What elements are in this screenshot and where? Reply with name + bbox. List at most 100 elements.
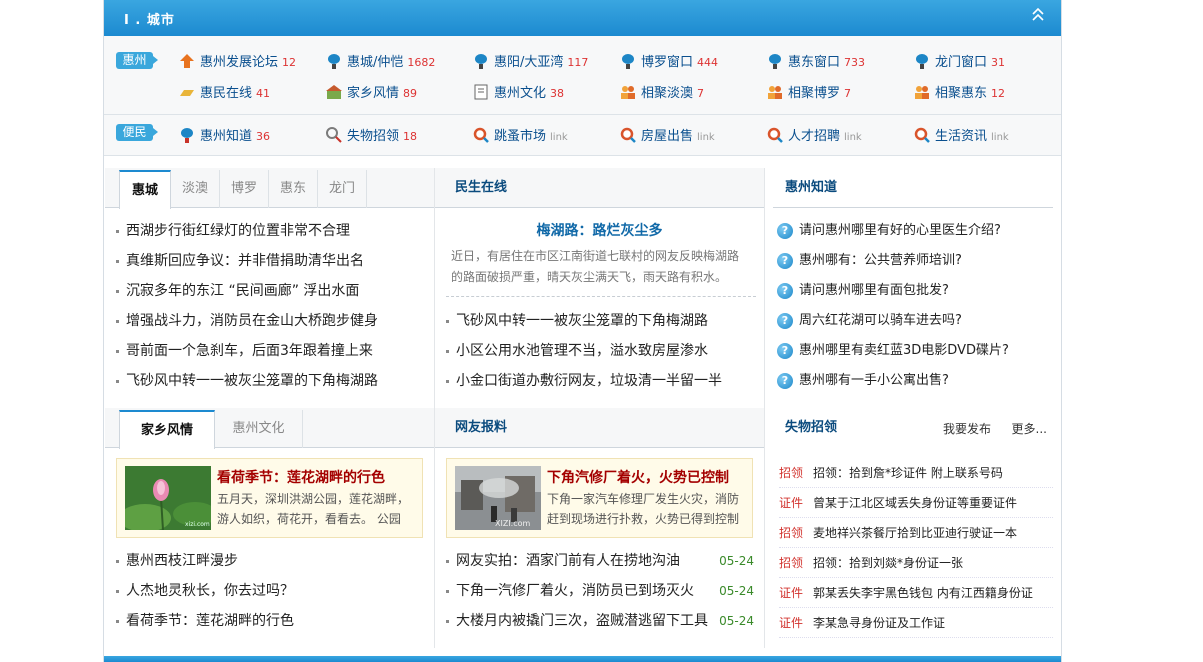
date: 05-24	[719, 584, 754, 598]
list-item[interactable]: 网友实拍：酒家门前有人在捞地沟油 05-24	[446, 546, 754, 576]
divider	[104, 114, 1061, 115]
lantern-icon	[766, 52, 784, 70]
list-item[interactable]: 大楼月内被撬门三次，盗贼潜逃留下工具 05-24	[446, 606, 754, 636]
city-panel: I . 城市 惠州 便民 惠州发展论坛 12 惠城/仲恺 1682 惠阳/大亚湾 11…	[103, 0, 1062, 662]
link-house-sale[interactable]: 房屋出售 link	[619, 126, 715, 146]
feature-title[interactable]: 看荷季节：莲花湖畔的行色	[217, 467, 385, 487]
link-huiyang[interactable]: 惠阳/大亚湾 117	[472, 52, 588, 72]
category-label: 招领	[779, 556, 804, 570]
lantern-icon	[325, 52, 343, 70]
list-item[interactable]: 证件 李某急寻身份证及工作证	[779, 608, 1053, 638]
list-item[interactable]: 飞砂风中转一一被灰尘笼罩的下角梅湖路	[116, 366, 378, 396]
house-up-icon	[178, 52, 196, 70]
list-item[interactable]: 哥前面一个急刹车，后面3年跟着撞上来	[116, 336, 378, 366]
link-forum[interactable]: 惠州发展论坛 12	[178, 52, 296, 72]
list-item[interactable]: 人杰地灵秋长，你去过吗？	[116, 576, 294, 606]
livelihood-header: 民生在线	[435, 168, 764, 208]
link-zhidao[interactable]: 惠州知道 36	[178, 126, 270, 146]
category-label: 证件	[779, 496, 804, 510]
list-item[interactable]: 真维斯回应争议：并非借捐助清华出名	[116, 246, 378, 276]
fire-photo: XIZI.com	[455, 466, 541, 530]
feature-desc: 五月天，深圳洪湖公园，莲花湖畔，游人如织，荷花开，看看去。 公园	[217, 492, 410, 526]
section-title: I . 城市	[124, 13, 175, 28]
magnifier-icon	[766, 126, 784, 144]
tab-hometown[interactable]: 家乡风情	[119, 410, 215, 449]
link-lost-found[interactable]: 失物招领 18	[325, 126, 417, 146]
link-xiangju-boluo[interactable]: 相聚博罗 7	[766, 83, 851, 103]
tab-huidong[interactable]: 惠东	[269, 170, 318, 208]
feature-card[interactable]: xizi.com 看荷季节：莲花湖畔的行色 五月天，深圳洪湖公园，莲花湖畔，游人…	[116, 458, 423, 538]
magnifier-icon	[472, 126, 490, 144]
section-header: I . 城市	[104, 0, 1061, 36]
lost-item-icon	[325, 126, 343, 144]
link-life-info[interactable]: 生活资讯 link	[913, 126, 1009, 146]
feature-desc: 下角一家汽车修理厂发生火灾，消防赶到现场进行扑救，火势已得到控制	[547, 492, 740, 526]
link-culture[interactable]: 惠州文化 38	[472, 83, 564, 103]
list-item[interactable]: 增强战斗力，消防员在金山大桥跑步健身	[116, 306, 378, 336]
list-item[interactable]: 招领 招领：拾到詹*珍证件 附上联系号码	[779, 458, 1053, 488]
date: 05-24	[719, 554, 754, 568]
question-icon: ?	[777, 373, 793, 389]
tab-boluo[interactable]: 博罗	[220, 170, 269, 208]
question-icon: ?	[777, 343, 793, 359]
list-item[interactable]: 证件 曾某于江北区域丢失身份证等重要证件	[779, 488, 1053, 518]
tab-culture[interactable]: 惠州文化	[215, 410, 303, 448]
news-list: 西湖步行街红绿灯的位置非常不合理 真维斯回应争议：并非借捐助清华出名 沉寂多年的…	[116, 216, 378, 396]
livelihood-title[interactable]: 民生在线	[455, 168, 507, 208]
list-item[interactable]: 飞砂风中转一一被灰尘笼罩的下角梅湖路	[446, 306, 722, 336]
link-huimin[interactable]: 惠民在线 41	[178, 83, 270, 103]
list-item[interactable]: ? 周六红花湖可以骑车进去吗?	[777, 306, 1009, 336]
tab-longmen[interactable]: 龙门	[318, 170, 367, 208]
gold-bar-icon	[178, 83, 196, 101]
list-item[interactable]: ? 请问惠州哪里有面包批发?	[777, 276, 1009, 306]
list-item[interactable]: ? 请问惠州哪里有好的心里医生介绍?	[777, 216, 1009, 246]
reports-header: 网友报料	[435, 408, 764, 448]
headline[interactable]: 梅湖路：路烂灰尘多	[435, 220, 764, 240]
link-flea-market[interactable]: 跳蚤市场 link	[472, 126, 568, 146]
houses-icon	[325, 83, 343, 101]
feature-title[interactable]: 下角汽修厂着火，火势已控制	[547, 467, 729, 487]
lost-found-title[interactable]: 失物招领	[785, 408, 837, 448]
list-item[interactable]: 小金口街道办敷衍网友，垃圾清一半留一半	[446, 366, 722, 396]
svg-text:XIZI.com: XIZI.com	[495, 519, 531, 528]
link-huicheng[interactable]: 惠城/仲恺 1682	[325, 52, 435, 72]
link-longmen[interactable]: 龙门窗口 31	[913, 52, 1005, 72]
link-huidong[interactable]: 惠东窗口 733	[766, 52, 865, 72]
link-danao[interactable]: 相聚淡澳 7	[619, 83, 704, 103]
reports-title[interactable]: 网友报料	[455, 408, 507, 448]
district-tabs: 惠城 淡澳 博罗 惠东 龙门	[105, 168, 434, 209]
link-jobs[interactable]: 人才招聘 link	[766, 126, 862, 146]
more-link[interactable]: 更多...	[1012, 420, 1047, 437]
people-icon	[619, 83, 637, 101]
list-item[interactable]: 下角一汽修厂着火，消防员已到场灭火 05-24	[446, 576, 754, 606]
publish-link[interactable]: 我要发布	[943, 420, 991, 437]
tab-huicheng[interactable]: 惠城	[119, 170, 171, 209]
question-icon: ?	[777, 253, 793, 269]
list-item[interactable]: 西湖步行街红绿灯的位置非常不合理	[116, 216, 378, 246]
livelihood-column: 民生在线 梅湖路：路烂灰尘多 近日，有居住在市区江南街道七联村的网友反映梅湖路的…	[435, 168, 764, 629]
list-item[interactable]: 沉寂多年的东江 “民间画廊” 浮出水面	[116, 276, 378, 306]
list-item[interactable]: 看荷季节：莲花湖畔的行色	[116, 606, 294, 636]
category-label: 招领	[779, 466, 804, 480]
link-xiangju-huidong[interactable]: 相聚惠东 12	[913, 83, 1005, 103]
list-item[interactable]: 证件 郭某丢失李宇黑色钱包 内有江西籍身份证	[779, 578, 1053, 608]
list-item[interactable]: 招领 麦地祥兴茶餐厅拾到比亚迪行驶证一本	[779, 518, 1053, 548]
list-item[interactable]: ? 惠州哪有一手小公寓出售?	[777, 366, 1009, 396]
lotus-photo: xizi.com	[119, 466, 217, 532]
collapse-icon[interactable]	[1029, 7, 1047, 26]
list-item[interactable]: 小区公用水池管理不当，溢水致房屋渗水	[446, 336, 722, 366]
link-hometown[interactable]: 家乡风情 89	[325, 83, 417, 103]
svg-text:xizi.com: xizi.com	[185, 521, 210, 528]
list-item[interactable]: ? 惠州哪有：公共营养师培训?	[777, 246, 1009, 276]
qa-title[interactable]: 惠州知道	[785, 168, 837, 208]
lantern-icon	[619, 52, 637, 70]
list-item[interactable]: 招领 招领：拾到刘燚*身份证一张	[779, 548, 1053, 578]
culture-tabs: 家乡风情 惠州文化	[105, 408, 434, 449]
link-boluo[interactable]: 博罗窗口 444	[619, 52, 718, 72]
list-item[interactable]: 惠州西枝江畔漫步	[116, 546, 294, 576]
magnifier-icon	[619, 126, 637, 144]
list-item[interactable]: ? 惠州哪里有卖红蓝3D电影DVD碟片?	[777, 336, 1009, 366]
district-news-column: 惠城 淡澳 博罗 惠东 龙门 西湖步行街红绿灯的位置非常不合理 真维斯回应争议：…	[105, 168, 434, 629]
feature-card[interactable]: XIZI.com 下角汽修厂着火，火势已控制 下角一家汽车修理厂发生火灾，消防赶…	[446, 458, 753, 538]
tab-danao[interactable]: 淡澳	[171, 170, 220, 208]
